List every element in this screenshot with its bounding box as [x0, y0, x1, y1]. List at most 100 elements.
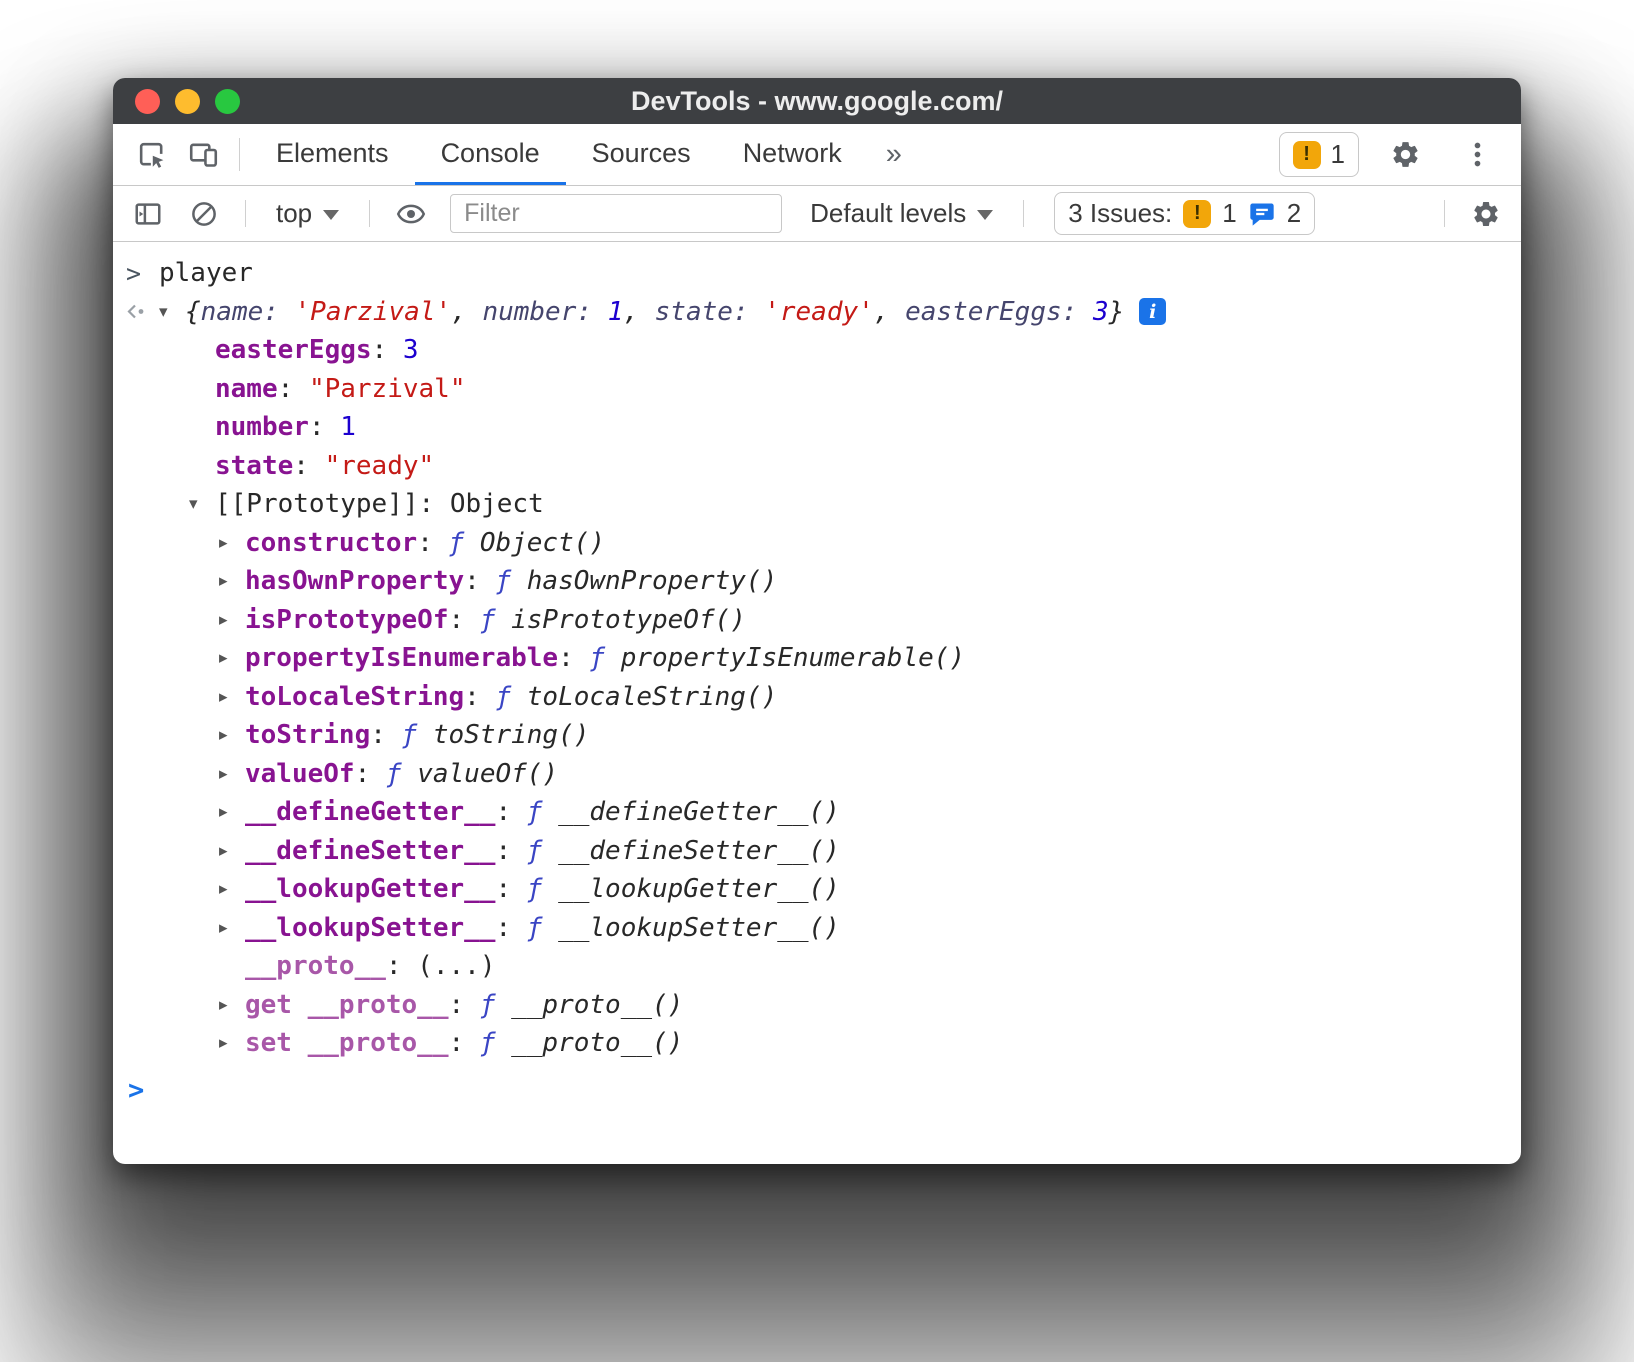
prompt-chevron-icon: > [113, 1075, 144, 1106]
token-plain: : [495, 874, 526, 904]
expander-closed-icon[interactable]: ▸ [219, 533, 245, 553]
console-row[interactable]: ▸propertyIsEnumerable: ƒ propertyIsEnume… [113, 639, 1521, 678]
tab-strip: ElementsConsoleSourcesNetwork [250, 124, 868, 185]
console-row[interactable]: ▸__lookupSetter__: ƒ __lookupSetter__() [113, 909, 1521, 948]
token-key: hasOwnProperty [245, 566, 464, 596]
token-it: , [623, 297, 654, 327]
filter-input[interactable] [450, 194, 782, 233]
close-button[interactable] [135, 89, 160, 114]
zoom-button[interactable] [215, 89, 240, 114]
console-sidebar-icon[interactable] [123, 199, 173, 229]
token-plain: : [309, 412, 340, 442]
console-row[interactable]: ▸isPrototypeOf: ƒ isPrototypeOf() [113, 601, 1521, 640]
tabbar-right-controls: ! 1 [1279, 124, 1509, 185]
token-key: isPrototypeOf [245, 605, 449, 635]
info-icon[interactable]: i [1139, 298, 1166, 325]
console-settings-gear-icon[interactable] [1461, 199, 1511, 229]
console-row[interactable]: ▸constructor: ƒ Object() [113, 524, 1521, 563]
expander-closed-icon[interactable]: ▸ [219, 995, 245, 1015]
token-obj: (...) [417, 951, 495, 981]
token-fx: ƒ [402, 720, 433, 750]
token-plain: player [159, 258, 253, 288]
device-toolbar-icon[interactable] [177, 124, 229, 185]
console-row: easterEggs: 3 [113, 331, 1521, 370]
log-levels-selector[interactable]: Default levels [796, 198, 1007, 229]
issue-warning-icon: ! [1183, 200, 1211, 228]
chevron-down-icon [323, 210, 339, 220]
token-pk: number: [482, 297, 607, 327]
token-fn: __defineGetter__() [558, 797, 840, 827]
token-fx: ƒ [386, 759, 417, 789]
console-messages: >player▾{name: 'Parzival', number: 1, st… [113, 254, 1521, 1063]
expander-closed-icon[interactable]: ▸ [219, 648, 245, 668]
expander-closed-icon[interactable]: ▸ [219, 802, 245, 822]
issues-counter[interactable]: 3 Issues: ! 1 2 [1054, 192, 1315, 235]
console-row[interactable]: ▸toLocaleString: ƒ toLocaleString() [113, 678, 1521, 717]
expander-open-icon[interactable]: ▾ [159, 302, 185, 322]
token-key: __defineSetter__ [245, 836, 495, 866]
console-row[interactable]: ▸valueOf: ƒ valueOf() [113, 755, 1521, 794]
settings-gear-icon[interactable] [1379, 139, 1431, 170]
token-plain: : [417, 528, 448, 558]
expander-closed-icon[interactable]: ▸ [219, 687, 245, 707]
console-row[interactable]: ▸get __proto__: ƒ __proto__() [113, 986, 1521, 1025]
console-toolbar: top Default levels 3 Issues: ! 1 2 [113, 186, 1521, 242]
token-key: easterEggs [215, 335, 372, 365]
chevron-down-icon [977, 210, 993, 220]
tab-console[interactable]: Console [415, 124, 566, 185]
kebab-menu-icon[interactable] [1451, 139, 1503, 170]
tab-sources[interactable]: Sources [566, 124, 717, 185]
console-row[interactable]: ▸__defineGetter__: ƒ __defineGetter__() [113, 793, 1521, 832]
expander-open-icon[interactable]: ▾ [189, 494, 215, 514]
token-pnum: 1 [608, 297, 624, 327]
token-fx: ƒ [495, 682, 526, 712]
expander-closed-icon[interactable]: ▸ [219, 1033, 245, 1053]
more-tabs-button[interactable]: » [868, 124, 920, 185]
console-row[interactable]: ▸toString: ƒ toString() [113, 716, 1521, 755]
result-return-icon [113, 303, 159, 320]
token-fx: ƒ [527, 913, 558, 943]
expander-closed-icon[interactable]: ▸ [219, 764, 245, 784]
console-row[interactable]: ▸__defineSetter__: ƒ __defineSetter__() [113, 832, 1521, 871]
issue-message-icon [1248, 200, 1276, 228]
window-title: DevTools - www.google.com/ [631, 86, 1003, 117]
error-badge[interactable]: ! 1 [1279, 132, 1359, 177]
token-plain: : [495, 836, 526, 866]
inspect-icon[interactable] [125, 124, 177, 185]
clear-console-icon[interactable] [179, 199, 229, 229]
expander-closed-icon[interactable]: ▸ [219, 725, 245, 745]
token-plain: : [370, 720, 401, 750]
context-selector[interactable]: top [262, 198, 353, 229]
token-plain: [[Prototype]] [215, 489, 419, 519]
console-row[interactable]: ▸__lookupGetter__: ƒ __lookupGetter__() [113, 870, 1521, 909]
console-row[interactable]: ▾{name: 'Parzival', number: 1, state: 'r… [113, 293, 1521, 332]
expander-closed-icon[interactable]: ▸ [219, 918, 245, 938]
console-prompt[interactable]: > [113, 1075, 1521, 1106]
token-key: __lookupGetter__ [245, 874, 495, 904]
console-row[interactable]: ▸set __proto__: ƒ __proto__() [113, 1024, 1521, 1063]
token-num: 1 [340, 412, 356, 442]
expander-closed-icon[interactable]: ▸ [219, 571, 245, 591]
console-row[interactable]: ▸hasOwnProperty: ƒ hasOwnProperty() [113, 562, 1521, 601]
tab-elements[interactable]: Elements [250, 124, 415, 185]
token-plain: : [449, 1028, 480, 1058]
token-fn: __lookupGetter__() [558, 874, 840, 904]
token-pk: name: [201, 297, 295, 327]
minimize-button[interactable] [175, 89, 200, 114]
token-fn: __lookupSetter__() [558, 913, 840, 943]
token-pk: state: [655, 297, 765, 327]
tab-network[interactable]: Network [717, 124, 868, 185]
token-fn: isPrototypeOf() [511, 605, 746, 635]
issues-message-count: 2 [1287, 198, 1301, 229]
expander-closed-icon[interactable]: ▸ [219, 879, 245, 899]
token-key: __lookupSetter__ [245, 913, 495, 943]
token-pk: easterEggs: [905, 297, 1093, 327]
expander-closed-icon[interactable]: ▸ [219, 610, 245, 630]
separator [1023, 200, 1024, 227]
devtools-window: DevTools - www.google.com/ ElementsConso… [113, 78, 1521, 1164]
console-row[interactable]: ▾[[Prototype]]: Object [113, 485, 1521, 524]
live-expression-eye-icon[interactable] [386, 199, 436, 229]
devtools-tabbar: ElementsConsoleSourcesNetwork » ! 1 [113, 124, 1521, 186]
expander-closed-icon[interactable]: ▸ [219, 841, 245, 861]
token-num: 3 [403, 335, 419, 365]
